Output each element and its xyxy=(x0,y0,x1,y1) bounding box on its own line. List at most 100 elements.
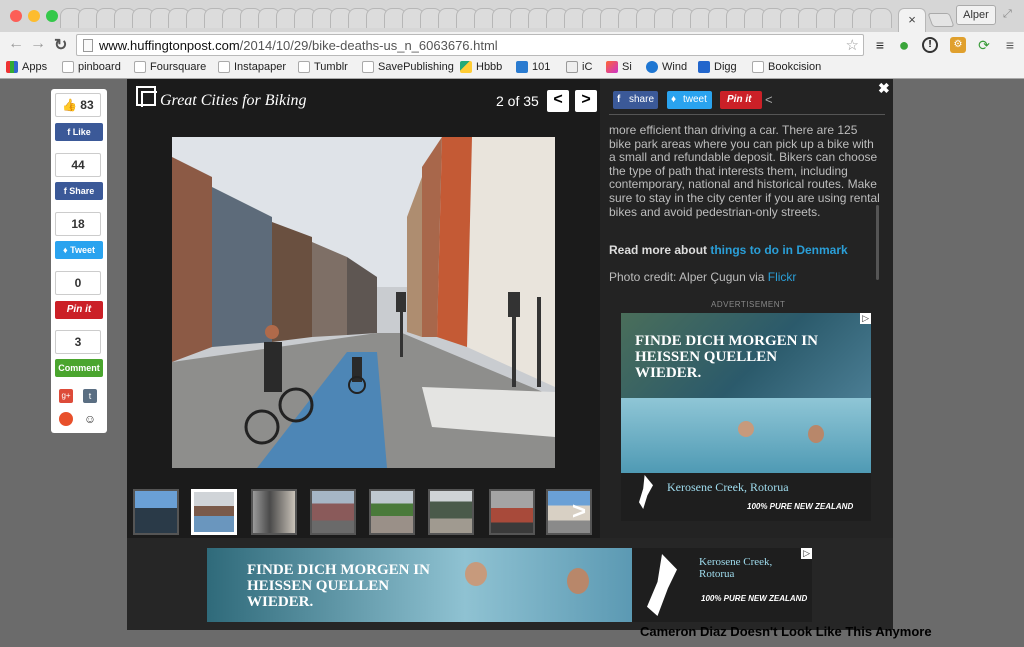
copenhagen-street-photo xyxy=(172,137,555,468)
read-more: Read more about things to do in Denmark xyxy=(609,243,848,257)
bookmark-digg[interactable]: Digg xyxy=(698,61,737,73)
bookmark-foursquare[interactable]: Foursquare xyxy=(134,61,206,73)
minimize-window-button[interactable] xyxy=(28,10,40,22)
google-plus-icon[interactable]: g+ xyxy=(59,389,73,403)
bookmark-wind[interactable]: Wind xyxy=(646,61,687,73)
panel-scrollbar[interactable] xyxy=(876,205,879,280)
page-icon xyxy=(752,61,764,73)
new-tab-button[interactable] xyxy=(927,13,955,27)
tweet-small-button[interactable]: ♦ tweet xyxy=(667,91,712,109)
adchoices-icon[interactable]: ▷ xyxy=(801,548,812,559)
thumbnail-2[interactable] xyxy=(191,489,237,535)
ad-banner[interactable]: FINDE DICH MORGEN IN HEISSEN QUELLEN WIE… xyxy=(207,548,812,622)
menu-icon[interactable]: ≡ xyxy=(1002,37,1018,53)
fullscreen-icon[interactable]: ⤢ xyxy=(1003,8,1012,21)
thumbnail-3[interactable] xyxy=(251,489,297,535)
facebook-like-button[interactable]: f Like xyxy=(55,123,103,141)
pin-it-small-button[interactable]: Pin it xyxy=(720,91,762,109)
flickr-link[interactable]: Flickr xyxy=(768,270,797,284)
thumbnail-5[interactable] xyxy=(369,489,415,535)
off-extension-icon[interactable]: ⚙ xyxy=(950,37,966,53)
thumbnail-1[interactable] xyxy=(133,489,179,535)
share-more-icon[interactable]: < xyxy=(765,92,773,107)
close-window-button[interactable] xyxy=(10,10,22,22)
share-count: 44 xyxy=(55,153,101,177)
like-count: 👍 83 xyxy=(55,93,101,117)
t-icon xyxy=(516,61,528,73)
bookmark-pinboard[interactable]: pinboard xyxy=(62,61,121,73)
below-headline[interactable]: Cameron Diaz Doesn't Look Like This Anym… xyxy=(640,624,932,639)
slideshow-title: Great Cities for Biking xyxy=(160,92,307,109)
share-sidebar: 👍 83 f Like 44 f Share 18 ♦ Tweet 0 Pin i… xyxy=(51,89,107,433)
previous-slide-button[interactable]: < xyxy=(547,90,569,112)
page-icon xyxy=(62,61,74,73)
sync-extension-icon[interactable]: ⟳ xyxy=(976,37,992,53)
ad-headline: FINDE DICH MORGEN IN HEISSEN QUELLEN WIE… xyxy=(247,562,430,610)
digg-icon xyxy=(698,61,710,73)
close-icon[interactable]: ✖ xyxy=(878,80,890,97)
ad-tagline: 100% PURE NEW ZEALAND xyxy=(701,594,808,603)
next-slide-button[interactable]: > xyxy=(575,90,597,112)
reddit-icon[interactable]: ☺ xyxy=(82,411,98,427)
pinterest-button[interactable]: Pin it xyxy=(55,301,103,319)
tab-list[interactable] xyxy=(60,8,900,28)
person-in-water xyxy=(808,425,824,443)
facebook-share-button[interactable]: f Share xyxy=(55,182,103,200)
huffpost-slideshow-icon xyxy=(136,86,157,107)
profile-button[interactable]: Alper xyxy=(956,5,996,25)
next-thumbnails-arrow-icon[interactable]: > xyxy=(572,498,586,526)
comment-count: 3 xyxy=(55,330,101,354)
address-bar[interactable]: www.huffingtonpost.com/2014/10/29/bike-d… xyxy=(76,34,864,56)
navigation-bar: ← → ↻ www.huffingtonpost.com/2014/10/29/… xyxy=(0,32,1024,58)
stumbleupon-icon[interactable] xyxy=(59,412,73,426)
person-in-water xyxy=(567,568,589,594)
bookmark-si[interactable]: Si xyxy=(606,61,632,73)
tumblr-icon[interactable]: t xyxy=(83,389,97,403)
background-tab[interactable] xyxy=(870,8,892,28)
person-in-water xyxy=(738,421,754,437)
facebook-share-small-button[interactable]: f share xyxy=(613,91,658,109)
bookmark-star-icon[interactable]: ☆ xyxy=(846,36,859,54)
buffer-extension-icon[interactable]: ≡ xyxy=(872,37,888,53)
tab-close-icon[interactable]: × xyxy=(908,12,916,27)
bookmark-101[interactable]: 101 xyxy=(516,61,550,73)
bookmark-ic[interactable]: iC xyxy=(566,61,592,73)
adchoices-icon[interactable]: ▷ xyxy=(860,313,871,324)
bookmark-instapaper[interactable]: Instapaper xyxy=(218,61,286,73)
thumbs-up-icon: 👍 xyxy=(62,98,78,112)
bookmark-tumblr[interactable]: Tumblr xyxy=(298,61,348,73)
bookmark-savepublishing[interactable]: SavePublishing xyxy=(362,61,454,73)
info-extension-icon[interactable]: ! xyxy=(922,37,938,53)
tab-strip: × Alper ⤢ xyxy=(0,0,1024,32)
si-icon xyxy=(606,61,618,73)
evernote-extension-icon[interactable]: ● xyxy=(896,36,912,54)
url-text[interactable]: www.huffingtonpost.com/2014/10/29/bike-d… xyxy=(99,38,498,53)
page-icon xyxy=(362,61,374,73)
tweet-button[interactable]: ♦ Tweet xyxy=(55,241,103,259)
back-icon[interactable]: ← xyxy=(8,35,24,53)
zoom-window-button[interactable] xyxy=(46,10,58,22)
ad-place: Kerosene Creek, Rotorua xyxy=(667,480,789,494)
reload-icon[interactable]: ↻ xyxy=(54,35,67,55)
ad-place: Kerosene Creek, Rotorua xyxy=(699,556,773,580)
ad-tagline: 100% PURE NEW ZEALAND xyxy=(747,502,854,511)
bookmark-bookcision[interactable]: Bookcision xyxy=(752,61,821,73)
read-more-link[interactable]: things to do in Denmark xyxy=(710,243,847,257)
comment-button[interactable]: Comment xyxy=(55,359,103,377)
bookmark-apps[interactable]: Apps xyxy=(6,61,47,73)
divider xyxy=(609,114,885,115)
ad-square[interactable]: FINDE DICH MORGEN IN HEIßEN QUELLEN WIED… xyxy=(621,313,871,521)
ad-headline: FINDE DICH MORGEN IN HEIßEN QUELLEN WIED… xyxy=(635,333,818,381)
bookmark-hbbb[interactable]: Hbbb xyxy=(460,61,502,73)
active-tab[interactable]: × xyxy=(898,8,926,32)
wind-icon xyxy=(646,61,658,73)
thumbnail-6[interactable] xyxy=(428,489,474,535)
page-icon xyxy=(298,61,310,73)
thumbnail-7[interactable] xyxy=(489,489,535,535)
twitter-icon: ♦ xyxy=(671,94,677,105)
photo-credit: Photo credit: Alper Çugun via Flickr xyxy=(609,270,797,284)
ic-icon xyxy=(566,61,578,73)
slide-photo[interactable] xyxy=(172,137,555,468)
forward-icon[interactable]: → xyxy=(30,35,46,53)
thumbnail-4[interactable] xyxy=(310,489,356,535)
